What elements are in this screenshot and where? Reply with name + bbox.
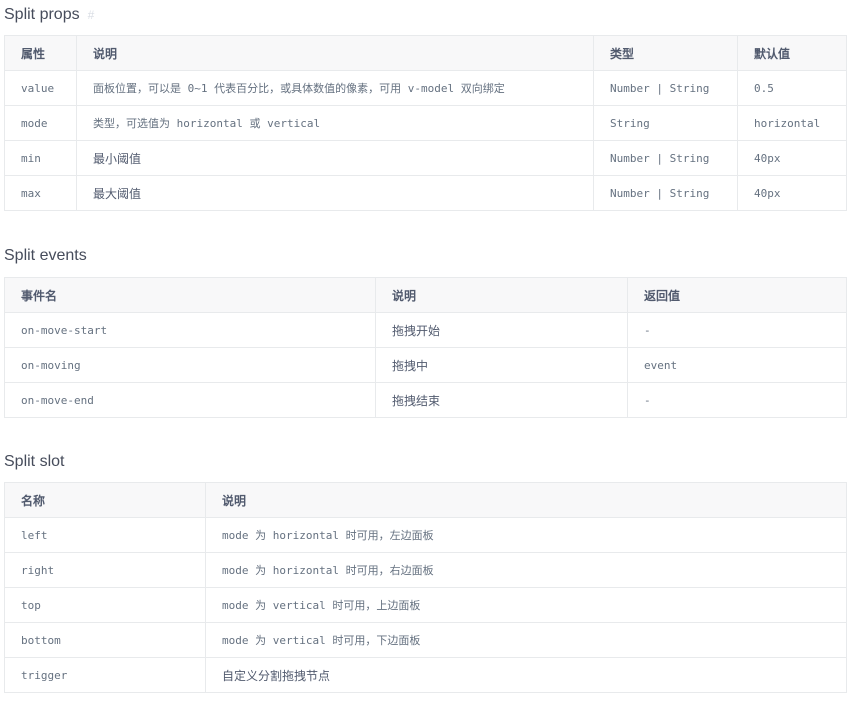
prop-type: String — [593, 105, 738, 141]
header-cell: 默认值 — [737, 35, 847, 71]
header-cell: 事件名 — [4, 277, 376, 313]
table-row: max 最大阈值 Number | String 40px — [4, 175, 847, 211]
header-cell: 说明 — [375, 277, 628, 313]
prop-name: min — [4, 140, 77, 176]
table-row: on-move-end 拖拽结束 - — [4, 382, 847, 418]
table-row: mode 类型，可选值为 horizontal 或 vertical Strin… — [4, 105, 847, 141]
table-row: top mode 为 vertical 时可用，上边面板 — [4, 587, 847, 623]
prop-type: Number | String — [593, 175, 738, 211]
prop-desc: 最小阈值 — [76, 140, 594, 176]
table-row: right mode 为 horizontal 时可用，右边面板 — [4, 552, 847, 588]
table-row: on-moving 拖拽中 event — [4, 347, 847, 383]
slot-name: top — [4, 587, 206, 623]
slot-desc: 自定义分割拖拽节点 — [205, 657, 847, 693]
props-title-text: Split props — [4, 6, 80, 24]
header-cell: 类型 — [593, 35, 738, 71]
events-section-title: Split events — [4, 246, 87, 266]
slots-table: 名称 说明 left mode 为 horizontal 时可用，左边面板 ri… — [4, 482, 847, 693]
table-row: left mode 为 horizontal 时可用，左边面板 — [4, 517, 847, 553]
prop-type: Number | String — [593, 140, 738, 176]
header-cell: 说明 — [76, 35, 594, 71]
prop-default: 40px — [737, 175, 847, 211]
slot-name: trigger — [4, 657, 206, 693]
event-return: - — [627, 312, 847, 348]
table-row: on-move-start 拖拽开始 - — [4, 312, 847, 348]
table-header-row: 事件名 说明 返回值 — [4, 277, 847, 313]
prop-name: value — [4, 70, 77, 106]
slot-desc: mode 为 vertical 时可用，上边面板 — [205, 587, 847, 623]
slot-desc: mode 为 horizontal 时可用，左边面板 — [205, 517, 847, 553]
header-cell: 属性 — [4, 35, 77, 71]
table-row: bottom mode 为 vertical 时可用，下边面板 — [4, 622, 847, 658]
props-table: 属性 说明 类型 默认值 value 面板位置，可以是 0~1 代表百分比，或具… — [4, 35, 847, 211]
header-cell: 说明 — [205, 482, 847, 518]
prop-desc: 最大阈值 — [76, 175, 594, 211]
event-return: - — [627, 382, 847, 418]
event-name: on-moving — [4, 347, 376, 383]
slot-name: left — [4, 517, 206, 553]
table-row: value 面板位置，可以是 0~1 代表百分比，或具体数值的像素，可用 v-m… — [4, 70, 847, 106]
prop-default: horizontal — [737, 105, 847, 141]
prop-desc: 面板位置，可以是 0~1 代表百分比，或具体数值的像素，可用 v-model 双… — [76, 70, 594, 106]
props-section-title: Split props # — [4, 5, 94, 25]
prop-name: max — [4, 175, 77, 211]
table-header-row: 属性 说明 类型 默认值 — [4, 35, 847, 71]
anchor-link[interactable]: # — [88, 5, 95, 25]
slots-section-title: Split slot — [4, 452, 64, 472]
prop-default: 40px — [737, 140, 847, 176]
table-row: trigger 自定义分割拖拽节点 — [4, 657, 847, 693]
event-desc: 拖拽结束 — [375, 382, 628, 418]
table-header-row: 名称 说明 — [4, 482, 847, 518]
slots-title-text: Split slot — [4, 453, 65, 470]
event-return: event — [627, 347, 847, 383]
event-desc: 拖拽中 — [375, 347, 628, 383]
events-title-text: Split events — [4, 247, 87, 264]
prop-desc: 类型，可选值为 horizontal 或 vertical — [76, 105, 594, 141]
header-cell: 名称 — [4, 482, 206, 518]
slot-name: right — [4, 552, 206, 588]
prop-default: 0.5 — [737, 70, 847, 106]
events-table: 事件名 说明 返回值 on-move-start 拖拽开始 - on-movin… — [4, 277, 847, 418]
event-name: on-move-start — [4, 312, 376, 348]
slot-desc: mode 为 vertical 时可用，下边面板 — [205, 622, 847, 658]
prop-name: mode — [4, 105, 77, 141]
event-desc: 拖拽开始 — [375, 312, 628, 348]
slot-desc: mode 为 horizontal 时可用，右边面板 — [205, 552, 847, 588]
slot-name: bottom — [4, 622, 206, 658]
event-name: on-move-end — [4, 382, 376, 418]
prop-type: Number | String — [593, 70, 738, 106]
header-cell: 返回值 — [627, 277, 847, 313]
table-row: min 最小阈值 Number | String 40px — [4, 140, 847, 176]
